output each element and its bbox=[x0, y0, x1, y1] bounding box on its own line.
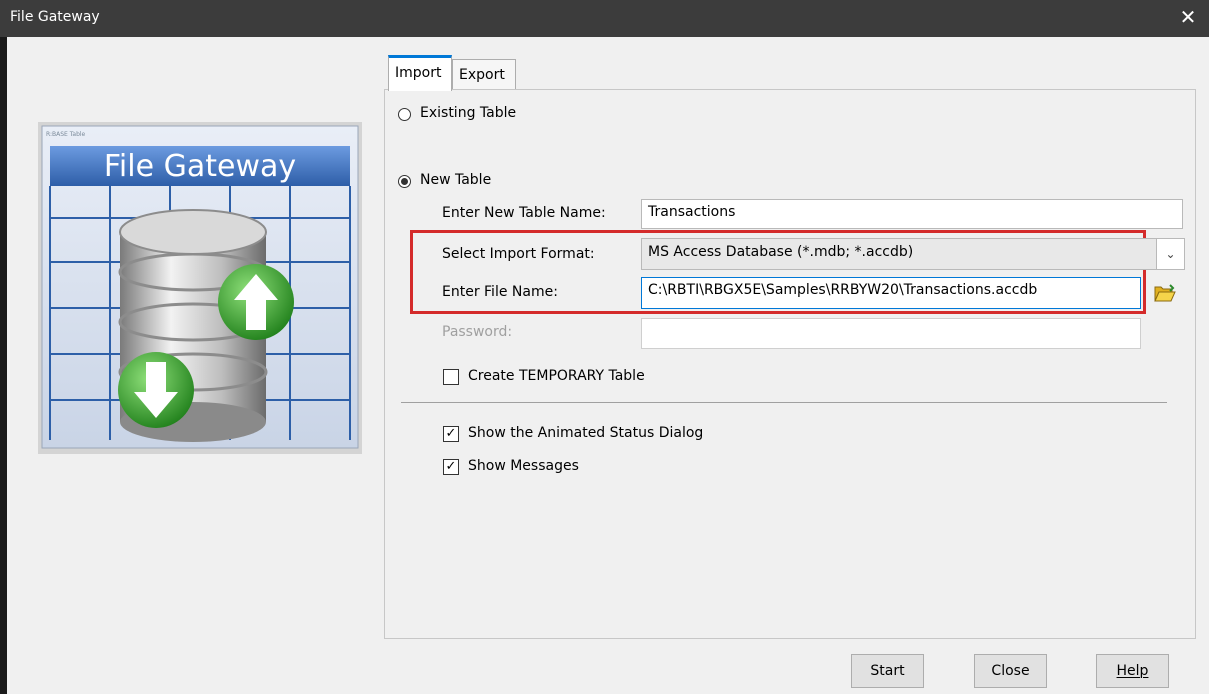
open-folder-icon[interactable] bbox=[1154, 284, 1176, 302]
tab-export[interactable]: Export bbox=[452, 59, 516, 90]
import-format-value: MS Access Database (*.mdb; *.accdb) bbox=[648, 244, 914, 260]
temporary-table-checkbox[interactable] bbox=[443, 369, 459, 385]
logo-title: File Gateway bbox=[104, 149, 296, 184]
existing-table-radio[interactable] bbox=[398, 108, 411, 121]
close-icon[interactable]: ✕ bbox=[1177, 5, 1199, 29]
import-panel bbox=[384, 89, 1196, 639]
password-input[interactable] bbox=[641, 318, 1141, 349]
temporary-table-label: Create TEMPORARY Table bbox=[468, 368, 645, 384]
new-table-radio[interactable] bbox=[398, 175, 411, 188]
existing-table-label: Existing Table bbox=[420, 105, 517, 121]
start-button[interactable]: Start bbox=[851, 654, 924, 688]
password-label: Password: bbox=[442, 324, 513, 340]
chevron-down-icon[interactable]: ⌄ bbox=[1156, 239, 1184, 269]
logo-caption: R:BASE Table bbox=[46, 131, 86, 138]
section-divider bbox=[401, 402, 1167, 403]
tab-import[interactable]: Import bbox=[388, 55, 452, 91]
close-button[interactable]: Close bbox=[974, 654, 1047, 688]
import-format-label: Select Import Format: bbox=[442, 246, 595, 262]
show-messages-label: Show Messages bbox=[468, 458, 579, 474]
window-border bbox=[0, 37, 7, 694]
file-name-input[interactable]: C:\RBTI\RBGX5E\Samples\RRBYW20\Transacti… bbox=[641, 277, 1141, 309]
new-table-label: New Table bbox=[420, 172, 492, 188]
import-format-select[interactable]: MS Access Database (*.mdb; *.accdb) ⌄ bbox=[641, 238, 1185, 270]
show-messages-checkbox[interactable]: ✓ bbox=[443, 459, 459, 475]
status-dialog-label: Show the Animated Status Dialog bbox=[468, 425, 704, 441]
window-title: File Gateway bbox=[10, 9, 100, 25]
new-table-name-input[interactable]: Transactions bbox=[641, 199, 1183, 229]
file-name-label: Enter File Name: bbox=[442, 284, 558, 300]
title-bar: File Gateway ✕ bbox=[0, 0, 1209, 37]
file-gateway-logo: R:BASE Table File Gateway bbox=[38, 122, 362, 454]
status-dialog-checkbox[interactable]: ✓ bbox=[443, 426, 459, 442]
new-table-name-label: Enter New Table Name: bbox=[442, 205, 606, 221]
help-button[interactable]: Help bbox=[1096, 654, 1169, 688]
